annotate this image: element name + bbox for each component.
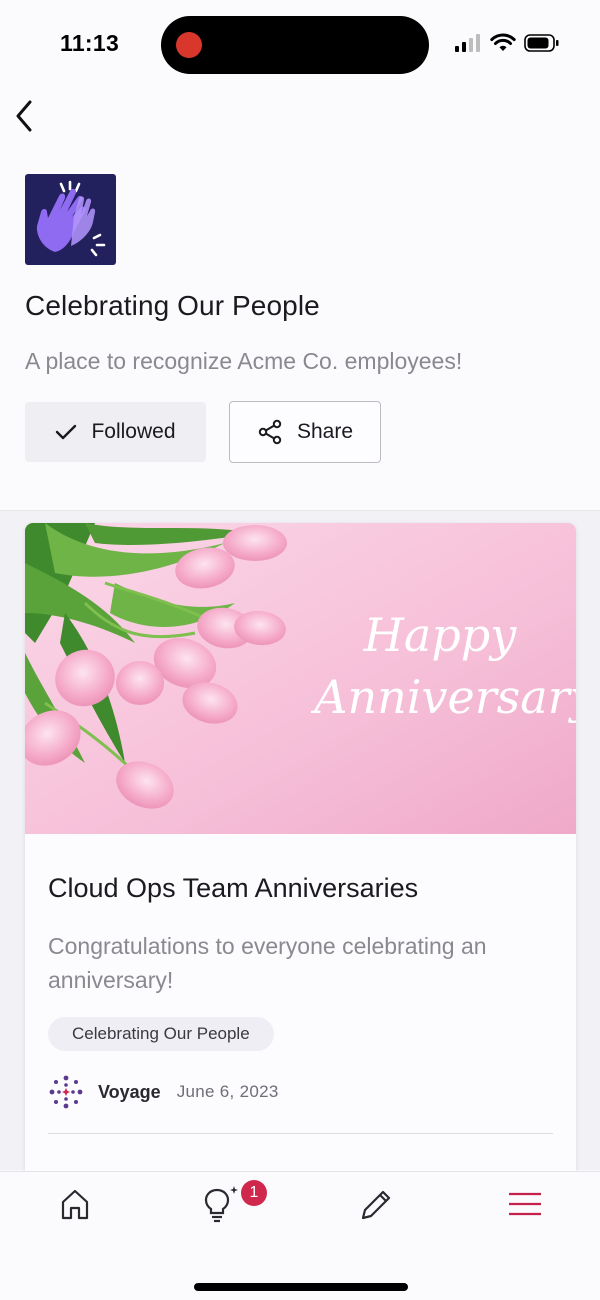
clapping-hands-icon — [36, 180, 106, 257]
followed-label: Followed — [91, 420, 176, 443]
post-image: Happy Anniversary — [25, 523, 576, 834]
compose-icon — [361, 1190, 391, 1220]
status-bar: 11:13 — [0, 0, 600, 90]
menu-icon — [509, 1192, 541, 1216]
post-author-row: Voyage June 6, 2023 — [48, 1074, 279, 1110]
post-tag[interactable]: Celebrating Our People — [48, 1017, 274, 1051]
card-divider — [48, 1133, 553, 1134]
ideas-icon — [204, 1186, 238, 1223]
post-title[interactable]: Cloud Ops Team Anniversaries — [48, 873, 418, 904]
dynamic-island — [161, 16, 429, 74]
nav-home[interactable] — [55, 1184, 95, 1224]
chevron-left-icon — [16, 100, 32, 132]
wifi-icon — [490, 33, 516, 51]
status-icons — [454, 33, 560, 53]
nav-ideas[interactable] — [198, 1184, 238, 1224]
back-button[interactable] — [10, 96, 40, 136]
status-time: 11:13 — [60, 30, 120, 56]
checkmark-icon — [56, 424, 77, 440]
home-indicator — [194, 1283, 408, 1291]
battery-icon — [524, 34, 559, 52]
followed-button[interactable]: Followed — [25, 402, 206, 462]
share-button[interactable]: Share — [229, 401, 381, 463]
image-text-anniversary: Anniversary — [310, 670, 576, 724]
recording-indicator — [176, 32, 202, 58]
author-name[interactable]: Voyage — [98, 1082, 161, 1103]
image-text-happy: Happy — [363, 608, 517, 662]
cellular-signal-icon — [455, 34, 480, 52]
share-icon — [258, 419, 282, 445]
bottom-nav: 1 — [0, 1171, 600, 1300]
post-card[interactable]: Happy Anniversary Cloud Ops Team Anniver… — [25, 523, 576, 1183]
post-date: June 6, 2023 — [176, 1082, 279, 1101]
voyage-logo-icon — [49, 1075, 83, 1109]
community-title: Celebrating Our People — [25, 290, 320, 321]
community-logo — [25, 174, 116, 265]
share-label: Share — [296, 420, 354, 443]
home-icon — [61, 1189, 89, 1220]
nav-menu[interactable] — [505, 1184, 545, 1224]
post-body: Congratulations to everyone celebrating … — [48, 933, 487, 993]
nav-compose[interactable] — [355, 1184, 395, 1224]
community-description: A place to recognize Acme Co. employees! — [25, 348, 463, 374]
ideas-badge: 1 — [241, 1180, 267, 1206]
